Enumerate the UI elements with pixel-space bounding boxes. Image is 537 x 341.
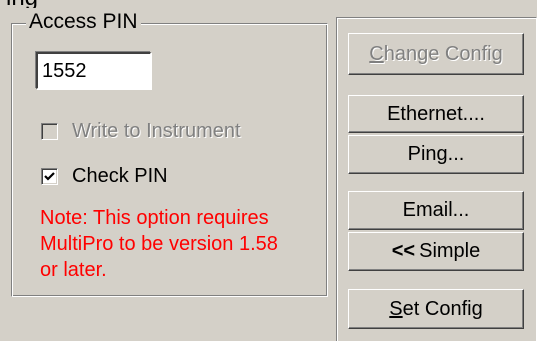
clipped-heading-text: ing <box>6 0 38 8</box>
check-pin-label[interactable]: Check PIN <box>72 164 168 188</box>
ping-button-label: Ping... <box>407 143 465 165</box>
check-pin-box[interactable] <box>41 167 58 185</box>
check-pin-checkbox[interactable]: Check PIN <box>41 164 168 188</box>
double-chevron-left-icon: << <box>391 240 416 262</box>
ping-button[interactable]: Ping... <box>348 135 524 174</box>
access-pin-input[interactable] <box>36 52 151 89</box>
checkmark-icon <box>44 171 55 181</box>
version-note-line: Note: This option requires <box>40 207 269 229</box>
email-button-label: Email... <box>402 199 470 221</box>
config-dialog: ing Access PIN Write to Instrument Check… <box>0 0 537 341</box>
change-config-mnemonic: C <box>369 42 384 65</box>
change-config-button: Change Config <box>348 33 524 75</box>
set-config-button[interactable]: Set Config <box>348 289 524 329</box>
simple-button-label: Simple <box>419 240 481 262</box>
simple-button[interactable]: << Simple <box>348 232 524 271</box>
write-to-instrument-label: Write to Instrument <box>72 120 241 142</box>
ethernet-button-label: Ethernet.... <box>387 102 485 125</box>
ethernet-button[interactable]: Ethernet.... <box>348 95 524 133</box>
access-pin-group-title: Access PIN <box>26 9 141 35</box>
set-config-label: et Config <box>402 297 483 320</box>
clipped-text-strip: ing <box>0 0 537 8</box>
email-button[interactable]: Email... <box>348 191 524 230</box>
set-config-mnemonic: S <box>389 297 403 320</box>
change-config-label: hange Config <box>383 42 503 65</box>
version-note-line: or later. <box>40 259 107 281</box>
version-note-line: MultiPro to be version 1.58 <box>40 233 278 255</box>
version-note: Note: This option requires MultiPro to b… <box>40 205 320 283</box>
write-to-instrument-box <box>41 122 58 140</box>
write-to-instrument-checkbox: Write to Instrument <box>41 119 241 143</box>
